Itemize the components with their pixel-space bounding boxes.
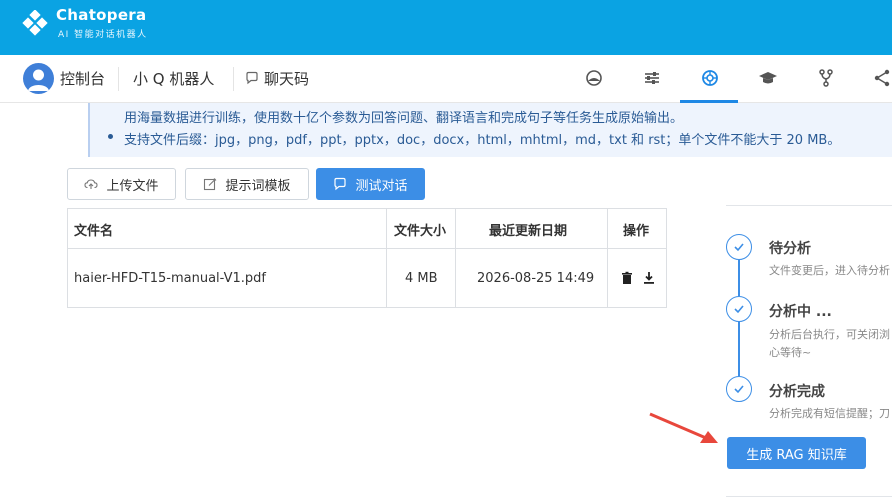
share-icon[interactable] <box>872 68 892 88</box>
secondary-nav: 控制台 小 Q 机器人 聊天码 <box>0 55 892 103</box>
generate-rag-button[interactable]: 生成 RAG 知识库 <box>727 437 866 469</box>
chatopera-logo-icon <box>22 10 48 36</box>
column-header-updated: 最近更新日期 <box>489 223 568 239</box>
cell-filename: haier-HFD-T15-manual-V1.pdf <box>74 270 266 286</box>
edit-icon <box>204 178 217 191</box>
cell-size: 4 MB <box>405 270 438 286</box>
step-desc-analyzing-2: 心等待~ <box>769 346 812 359</box>
column-header-actions: 操作 <box>623 223 650 239</box>
step-desc-done: 分析完成有短信提醒；刀 <box>769 407 890 420</box>
step-desc-pending: 文件变更后，进入待分析 <box>769 264 890 277</box>
nav-divider <box>233 67 234 91</box>
chat-bubble-icon <box>246 71 258 85</box>
knowledge-icon[interactable] <box>700 68 720 88</box>
upload-file-label: 上传文件 <box>106 178 159 194</box>
step-done-check <box>726 376 752 402</box>
test-chat-button[interactable]: 测试对话 <box>316 168 425 200</box>
step-analyzing-check <box>726 296 752 322</box>
column-header-filename: 文件名 <box>74 223 114 239</box>
graduation-cap-icon[interactable] <box>758 68 778 88</box>
column-header-size: 文件大小 <box>394 223 447 239</box>
step-title-analyzing: 分析中 ... <box>769 304 832 320</box>
cell-actions <box>620 249 656 307</box>
files-table: 文件名 文件大小 最近更新日期 操作 haier-HFD-T15-manual-… <box>67 208 667 308</box>
sliders-icon[interactable] <box>642 68 662 88</box>
prompt-template-button[interactable]: 提示词模板 <box>185 168 309 200</box>
top-brand-bar: Chatopera AI 智能对话机器人 <box>0 0 892 55</box>
note-bullet <box>108 134 113 139</box>
test-chat-label: 测试对话 <box>355 178 408 194</box>
user-avatar-icon <box>28 69 49 91</box>
chat-bubble-icon <box>334 177 347 191</box>
column-divider <box>386 209 387 307</box>
note-line-file-types: 支持文件后缀：jpg，png，pdf，ppt，pptx，doc，docx，htm… <box>124 133 841 148</box>
step-connector <box>738 260 740 296</box>
cell-updated: 2026-08-25 14:49 <box>477 270 595 286</box>
delete-icon[interactable] <box>620 271 634 285</box>
dashboard-icon[interactable] <box>584 68 604 88</box>
column-divider <box>607 209 608 307</box>
step-desc-analyzing-1: 分析后台执行，可关闭浏 <box>769 328 890 341</box>
check-icon <box>734 385 744 394</box>
nav-console[interactable]: 控制台 <box>60 68 105 89</box>
nav-chat-code[interactable]: 聊天码 <box>264 68 309 89</box>
git-fork-icon[interactable] <box>816 68 836 88</box>
prompt-template-label: 提示词模板 <box>225 178 291 194</box>
nav-bot-name[interactable]: 小 Q 机器人 <box>133 68 214 89</box>
nav-divider <box>118 67 119 91</box>
column-divider <box>455 209 456 307</box>
cloud-upload-icon <box>84 179 99 189</box>
step-pending-check <box>726 234 752 260</box>
upload-file-button[interactable]: 上传文件 <box>67 168 176 200</box>
step-connector <box>738 322 740 376</box>
step-title-pending: 待分析 <box>769 241 811 257</box>
check-icon <box>734 305 744 314</box>
brand-name: Chatopera <box>56 6 147 24</box>
panel-divider <box>726 496 892 497</box>
info-note: 用海量数据进行训练，使用数十亿个参数为回答问题、翻译语言和完成句子等任务生成原始… <box>88 103 892 157</box>
download-icon[interactable] <box>642 271 656 285</box>
check-icon <box>734 243 744 252</box>
panel-divider <box>726 205 892 206</box>
avatar[interactable] <box>23 63 54 94</box>
red-pointer-arrow-icon <box>649 412 718 443</box>
step-title-done: 分析完成 <box>769 384 825 400</box>
note-line-training: 用海量数据进行训练，使用数十亿个参数为回答问题、翻译语言和完成句子等任务生成原始… <box>124 111 684 126</box>
brand-subtitle: AI 智能对话机器人 <box>58 30 148 40</box>
